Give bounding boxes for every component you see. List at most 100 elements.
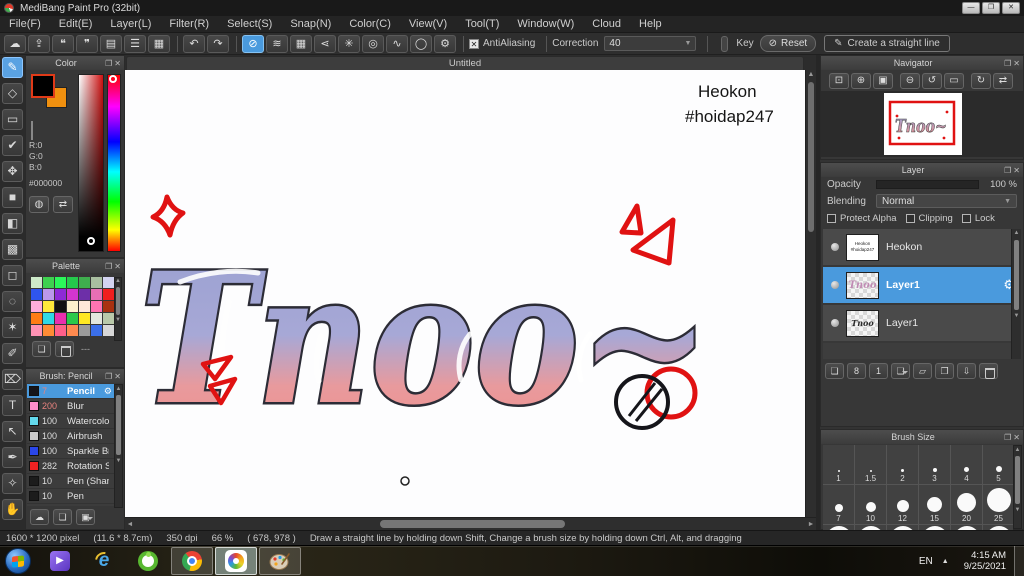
canvas-horizontal-scrollbar[interactable]: ◄ ► (125, 517, 816, 530)
menu-item[interactable]: File(F) (0, 16, 50, 32)
taskbar-medibang-icon[interactable] (215, 547, 257, 575)
radial-snap-icon[interactable]: ✳ (338, 34, 360, 53)
pen-pressure-widget[interactable] (721, 35, 729, 52)
brush-size-cell[interactable]: 4 (951, 445, 982, 484)
reset-button[interactable]: ⊘ Reset (759, 35, 817, 52)
popup-icon[interactable]: ❐ (105, 59, 112, 68)
palette-swatch[interactable] (79, 289, 90, 300)
scroll-right-icon[interactable]: ► (806, 521, 816, 528)
palette-swatch[interactable] (31, 325, 42, 336)
language-indicator[interactable]: EN (912, 556, 940, 567)
eyedropper-tool[interactable]: ✧ (2, 473, 23, 494)
brush-item[interactable]: 200 Blur (27, 399, 114, 414)
parallel-snap-icon[interactable]: ≋ (266, 34, 288, 53)
color-wheel-button[interactable]: ◍ (29, 196, 49, 213)
document-icon[interactable]: ▤ (100, 34, 122, 53)
palette-swatch[interactable] (103, 325, 114, 336)
palette-swatch[interactable] (91, 277, 102, 288)
merge-layer-button[interactable]: ⇩ (957, 363, 976, 379)
palette-swatch[interactable] (67, 289, 78, 300)
popup-icon[interactable]: ❐ (1004, 166, 1011, 175)
menu-item[interactable]: Select(S) (218, 16, 281, 32)
undo-icon[interactable]: ↶ (183, 34, 205, 53)
palette-swatch[interactable] (43, 301, 54, 312)
new-layer-button[interactable]: ❏ (825, 363, 844, 379)
popup-icon[interactable]: ❐ (105, 262, 112, 271)
palette-swatch[interactable] (55, 313, 66, 324)
layer-row[interactable]: Tnoo Layer1 (823, 305, 1021, 343)
folder-button[interactable]: ▱ (913, 363, 932, 379)
palette-scrollbar[interactable]: ▲ ▼ (114, 277, 122, 341)
layer-option-checkbox[interactable]: Clipping (905, 213, 953, 224)
add-brush-button[interactable]: ❏ (53, 509, 72, 525)
navigator-view[interactable]: Tnoo~ (821, 91, 1023, 157)
layer-scrollbar[interactable]: ▲ ▼ (1011, 229, 1021, 359)
visibility-icon[interactable] (831, 319, 839, 327)
fit-screen-icon[interactable]: ▣ (873, 73, 893, 89)
checkbox-icon[interactable] (905, 214, 915, 223)
close-icon[interactable]: ✕ (114, 262, 121, 271)
close-icon[interactable]: ✕ (1013, 59, 1020, 68)
palette-swatch[interactable] (91, 313, 102, 324)
palette-swatch[interactable] (43, 289, 54, 300)
hand-tool[interactable]: ✋ (2, 499, 23, 520)
brush-menu-button[interactable]: ▣ (76, 509, 95, 525)
scroll-left-icon[interactable]: ◄ (125, 521, 135, 528)
delete-color-button[interactable] (55, 341, 74, 357)
close-button[interactable]: ✕ (1002, 2, 1020, 14)
menu-item[interactable]: Color(C) (340, 16, 400, 32)
taskbar-kmplayer-icon[interactable]: ▶ (39, 547, 81, 575)
palette-swatch[interactable] (55, 289, 66, 300)
bucket-tool[interactable]: ◧ (2, 213, 23, 234)
menu-item[interactable]: Tool(T) (456, 16, 508, 32)
palette-swatch[interactable] (67, 325, 78, 336)
select-eraser-tool[interactable]: ⌦ (2, 369, 23, 390)
popup-icon[interactable]: ❐ (1004, 59, 1011, 68)
layer-option-checkbox[interactable]: Lock (961, 213, 995, 224)
concentric-snap-icon[interactable]: ◎ (362, 34, 384, 53)
antialiasing-checkbox[interactable]: ✕ (469, 38, 479, 49)
brush-size-scrollbar[interactable]: ▲ ▼ (1013, 445, 1022, 529)
layer-row[interactable]: Tnoo Layer1 ⚙ (823, 267, 1021, 305)
palette-swatch[interactable] (91, 325, 102, 336)
brush-settings-icon[interactable]: ⚙ (104, 386, 112, 397)
taskbar-internet-explorer-icon[interactable]: e (83, 547, 125, 575)
add-color-button[interactable]: ❏ (32, 341, 51, 357)
brush-size-cell[interactable]: 10 (855, 485, 886, 524)
brush-item[interactable]: 100 Sparkle Br (27, 444, 114, 459)
canvas[interactable]: Heokon #hoidap247 Tnoo~ (125, 70, 805, 517)
foreground-color-swatch[interactable] (31, 74, 55, 98)
palette-swatch[interactable] (79, 313, 90, 324)
rotate-left-icon[interactable]: ↺ (922, 73, 942, 89)
palette-swatch[interactable] (67, 277, 78, 288)
popup-icon[interactable]: ❐ (1004, 433, 1011, 442)
palette-swatch[interactable] (103, 289, 114, 300)
dot-pen-tool[interactable]: ✔ (2, 135, 23, 156)
popup-icon[interactable]: ❐ (105, 372, 112, 381)
palette-swatch[interactable] (79, 277, 90, 288)
taskbar-chrome-icon[interactable] (171, 547, 213, 575)
brush-item[interactable]: 10 Pen (27, 489, 114, 504)
redo-icon[interactable]: ↷ (207, 34, 229, 53)
text-tool[interactable]: T (2, 395, 23, 416)
brush-size-cell[interactable]: 5 (983, 445, 1013, 484)
operation-tool[interactable]: ↖ (2, 421, 23, 442)
publish-icon[interactable]: ⇪ (28, 34, 50, 53)
layer-option-checkbox[interactable]: Protect Alpha (827, 213, 897, 224)
document-tab[interactable]: Untitled (126, 56, 804, 70)
vanishing-point-snap-icon[interactable]: ⋖ (314, 34, 336, 53)
brush-item[interactable]: 100 Airbrush (27, 429, 114, 444)
menu-item[interactable]: Edit(E) (50, 16, 102, 32)
brush-size-cell[interactable]: 25 (983, 485, 1013, 524)
snap-off-icon[interactable]: ⊘ (242, 34, 264, 53)
palette-swatch[interactable] (79, 325, 90, 336)
panel-layout-icon[interactable]: ▦ (148, 34, 170, 53)
palette-swatch[interactable] (67, 301, 78, 312)
menu-item[interactable]: Layer(L) (101, 16, 160, 32)
correction-select[interactable]: 40 ▼ (604, 36, 697, 51)
shape-brush-tool[interactable]: ▭ (2, 109, 23, 130)
menu-item[interactable]: Cloud (583, 16, 630, 32)
palette-swatch[interactable] (91, 289, 102, 300)
palette-swatch[interactable] (31, 313, 42, 324)
show-desktop-button[interactable] (1014, 546, 1024, 576)
